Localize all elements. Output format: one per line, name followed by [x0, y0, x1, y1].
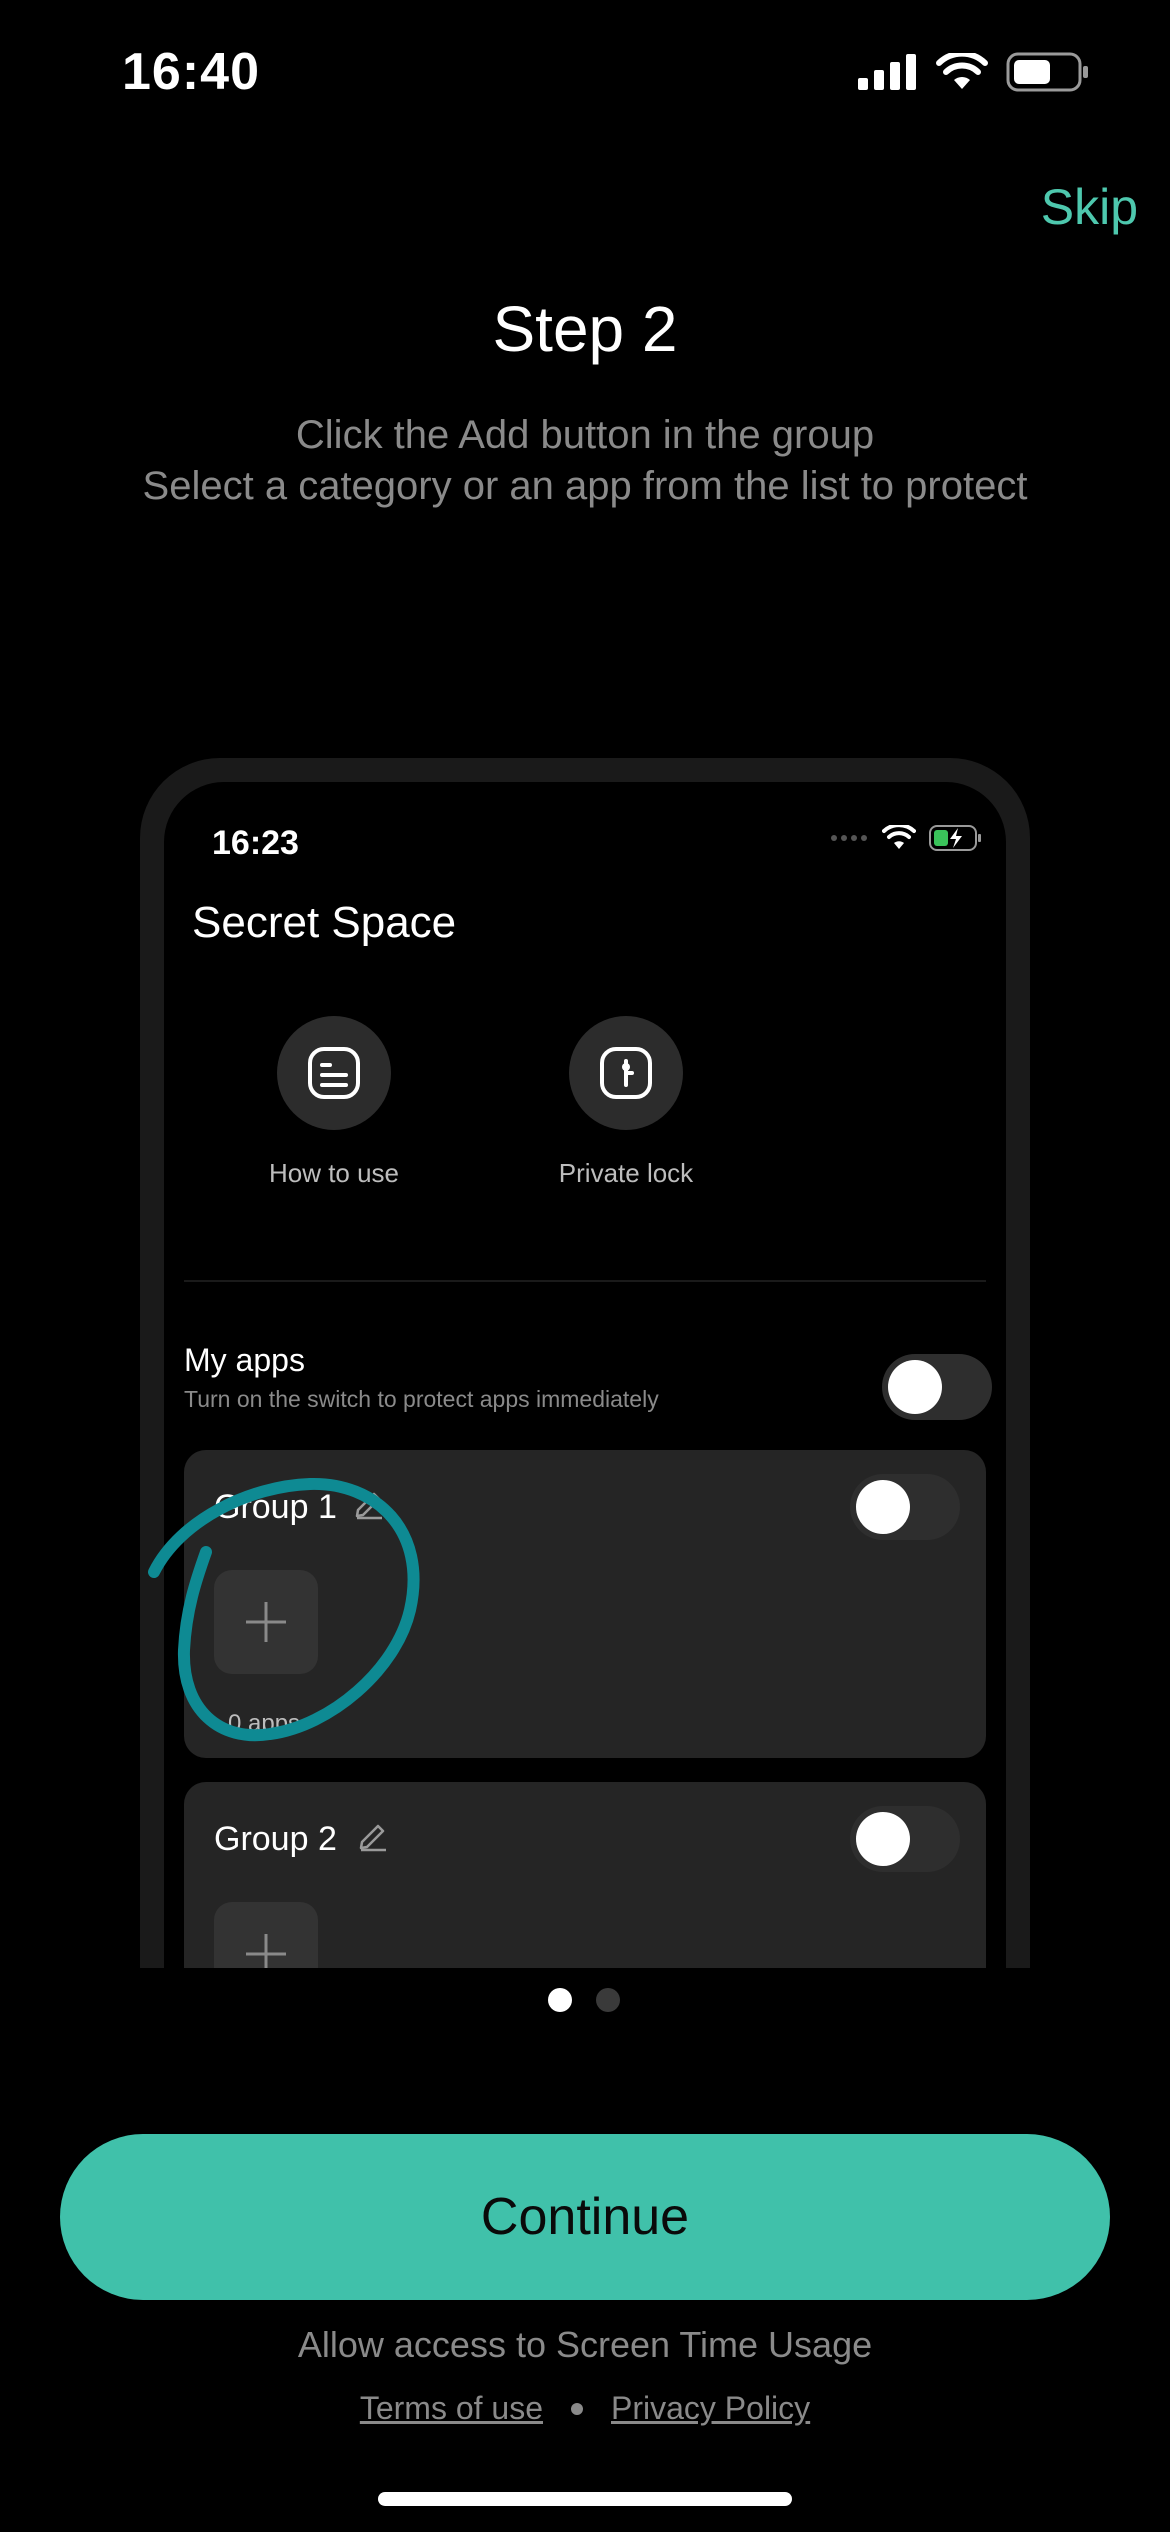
mockup-title: Secret Space	[192, 898, 457, 947]
plus-icon	[246, 1934, 286, 1968]
page-dot	[596, 1988, 620, 2012]
highlight-annotation	[148, 1477, 420, 1742]
feature-private-lock: Private lock	[516, 1016, 736, 1189]
lock-icon	[569, 1016, 683, 1130]
guide-icon	[277, 1016, 391, 1130]
step-instructions: Click the Add button in the group Select…	[0, 410, 1170, 512]
my-apps-subtitle: Turn on the switch to protect apps immed…	[184, 1386, 659, 1412]
divider	[184, 1280, 986, 1282]
wifi-icon	[936, 53, 988, 89]
privacy-link[interactable]: Privacy Policy	[611, 2390, 810, 2427]
my-apps-toggle	[882, 1354, 992, 1420]
add-app-button	[214, 1902, 318, 1968]
toggle-knob	[888, 1360, 942, 1414]
mockup-status-icons	[830, 824, 982, 852]
mockup-battery-icon	[929, 825, 981, 851]
instruction-line-2: Select a category or an app from the lis…	[142, 464, 1028, 508]
group-name: Group 2	[214, 1820, 337, 1858]
mockup-signal-icon	[831, 835, 867, 841]
feature-how-to-use: How to use	[224, 1016, 444, 1189]
feature-label: Private lock	[558, 1158, 694, 1188]
mockup-wifi-icon	[882, 825, 916, 849]
my-apps-title: My apps	[184, 1342, 305, 1378]
group-card-2: Group 2	[184, 1782, 986, 1968]
group-1-toggle	[850, 1474, 960, 1540]
screen-time-access-text: Allow access to Screen Time Usage	[297, 2324, 873, 2365]
legal-links: Terms of use Privacy Policy	[0, 2390, 1170, 2427]
group-2-toggle	[850, 1806, 960, 1872]
status-icons	[858, 52, 1090, 92]
tutorial-phone-mockup: 16:23 Secret Space How to use Private lo…	[140, 758, 1030, 1968]
terms-link[interactable]: Terms of use	[360, 2390, 543, 2427]
signal-icon	[858, 54, 916, 90]
page-indicator	[548, 1988, 620, 2012]
continue-button[interactable]: Continue	[60, 2134, 1110, 2300]
step-title: Step 2	[492, 293, 678, 365]
separator-dot	[571, 2402, 583, 2415]
mockup-screen: 16:23 Secret Space How to use Private lo…	[164, 782, 1006, 1968]
instruction-line-1: Click the Add button in the group	[295, 413, 875, 457]
battery-icon	[1006, 52, 1088, 92]
page-dot-active	[548, 1988, 572, 2012]
edit-icon	[359, 1824, 386, 1852]
toggle-knob	[856, 1480, 910, 1534]
status-time: 16:40	[122, 43, 260, 101]
skip-button[interactable]: Skip	[1041, 178, 1138, 236]
feature-label: How to use	[268, 1158, 400, 1188]
toggle-knob	[856, 1812, 910, 1866]
mockup-status-time: 16:23	[212, 824, 299, 862]
home-indicator[interactable]	[378, 2492, 792, 2506]
